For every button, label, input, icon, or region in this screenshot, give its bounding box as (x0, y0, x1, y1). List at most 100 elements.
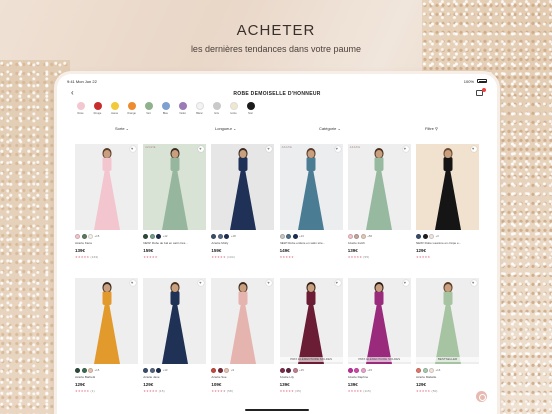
color-filter-jaune[interactable]: Jaune (109, 102, 120, 115)
length-dropdown[interactable]: Longueur ⌄ (215, 126, 236, 131)
sort-dropdown[interactable]: Sorte ⌄ (115, 126, 129, 131)
product-name[interactable]: Azazie Barbetti (75, 375, 138, 379)
color-filter-ivoire[interactable]: Ivoire (228, 102, 239, 115)
product-card[interactable]: AZAZIE +12 NEW! Robe de bal en satin trés.… (143, 144, 207, 259)
product-image[interactable] (211, 144, 275, 230)
color-option-swatch[interactable] (224, 367, 230, 373)
product-image[interactable]: AZAZIE (143, 144, 207, 230)
color-option-swatch[interactable] (224, 233, 230, 239)
product-name[interactable]: Azazie Sue (211, 375, 274, 379)
color-option-swatch[interactable] (286, 233, 292, 239)
product-card[interactable]: +9 Azazie Sue 109€ ★★★★★ (58) (211, 278, 275, 393)
color-option-swatch[interactable] (354, 367, 360, 373)
color-option-swatch[interactable] (75, 367, 80, 373)
color-option-swatch[interactable] (347, 233, 353, 239)
color-option-swatch[interactable] (416, 233, 421, 239)
product-name[interactable]: Azazie Kiera (75, 241, 138, 245)
color-option-swatch[interactable] (156, 367, 162, 373)
heart-icon[interactable] (471, 280, 477, 286)
product-image[interactable] (75, 144, 138, 230)
color-filter-bleu[interactable]: Bleu (160, 102, 171, 115)
color-filter-rose[interactable]: Rose (75, 102, 86, 115)
product-card[interactable]: +15 Azazie Barbetti 129€ ★★★★★ (1) (75, 278, 138, 393)
product-card[interactable]: PRIX ÉLÉMENTAIRE SOLDES +15 Azazie Daphne 1… (347, 278, 411, 393)
product-name[interactable]: NEW! Robe de bal en satin trés... (143, 241, 206, 245)
shopping-bag-icon[interactable] (475, 88, 486, 96)
color-option-swatch[interactable] (149, 233, 155, 239)
product-name[interactable]: Azazie Daphne (348, 375, 411, 379)
product-image[interactable]: AZAZIE (347, 144, 411, 230)
heart-icon[interactable] (130, 146, 136, 152)
color-option-swatch[interactable] (279, 367, 285, 373)
product-card[interactable]: +13 Azazie Jane 129€ ★★★★★ (15) (143, 278, 207, 393)
product-image[interactable]: PRIX ÉLÉMENTAIRE SOLDES (347, 278, 411, 364)
color-option-swatch[interactable] (81, 233, 87, 239)
color-option-swatch[interactable] (354, 233, 360, 239)
product-image[interactable]: PRIX ÉLÉMENTAIRE SOLDES (279, 278, 343, 364)
category-dropdown[interactable]: Catégorie ⌄ (319, 126, 341, 131)
product-card[interactable]: PRIX ÉLÉMENTAIRE SOLDES +15 Azazie Lily 139… (279, 278, 343, 393)
product-card[interactable]: AZAZIE +56 Azazie Irelch 139€ ★★★★★ (55) (347, 144, 411, 259)
color-option-swatch[interactable] (81, 367, 87, 373)
product-name[interactable]: Azazie Mabelle (416, 375, 479, 379)
heart-icon[interactable] (198, 146, 205, 152)
product-name[interactable]: Azazie Irelch (348, 241, 411, 245)
product-name[interactable]: NEW! Robe Lauréne en crêpe e... (416, 241, 479, 245)
color-option-swatch[interactable] (429, 233, 434, 239)
color-option-swatch[interactable] (360, 233, 366, 239)
color-filter-orange[interactable]: Orange (126, 102, 137, 115)
heart-icon[interactable] (334, 146, 341, 152)
color-option-swatch[interactable] (149, 367, 155, 373)
color-option-swatch[interactable] (211, 367, 217, 373)
color-option-swatch[interactable] (156, 233, 162, 239)
product-image[interactable]: AZAZIE (279, 144, 343, 230)
color-filter-noir[interactable]: Noir (245, 102, 256, 115)
color-option-swatch[interactable] (143, 233, 149, 239)
color-filter-rouge[interactable]: Rouge (92, 102, 103, 115)
color-option-swatch[interactable] (279, 233, 285, 239)
color-filter-violet[interactable]: Violet (177, 102, 188, 115)
color-option-swatch[interactable] (347, 367, 353, 373)
color-option-swatch[interactable] (422, 233, 428, 239)
heart-icon[interactable] (198, 280, 205, 286)
product-image[interactable] (75, 278, 138, 364)
product-image[interactable] (211, 278, 275, 364)
color-option-swatch[interactable] (360, 367, 366, 373)
color-filter-blanc[interactable]: Blanc (194, 102, 205, 115)
color-filter-gris[interactable]: Gris (211, 102, 222, 115)
product-name[interactable]: NEW! Robe entière en satin stre... (280, 241, 343, 245)
heart-icon[interactable] (130, 280, 136, 286)
color-option-swatch[interactable] (217, 367, 223, 373)
color-option-swatch[interactable] (422, 367, 428, 373)
product-card[interactable]: BESTSELLER +16 Azazie Mabelle 129€ ★★★★★ (50… (416, 278, 479, 393)
color-filter-vert[interactable]: Vert (143, 102, 154, 115)
color-option-swatch[interactable] (416, 367, 421, 373)
color-option-swatch[interactable] (286, 367, 292, 373)
product-card[interactable]: +15 Azazie Kiera 139€ ★★★★★ (163) (75, 144, 138, 259)
heart-icon[interactable] (471, 146, 477, 152)
color-option-swatch[interactable] (292, 367, 298, 373)
product-name[interactable]: Azazie Lily (280, 375, 343, 379)
product-image[interactable] (416, 144, 479, 230)
color-option-swatch[interactable] (429, 367, 434, 373)
color-option-swatch[interactable] (88, 367, 93, 373)
color-option-swatch[interactable] (217, 233, 223, 239)
heart-icon[interactable] (402, 280, 409, 286)
product-name[interactable]: Azazie Molly (211, 241, 274, 245)
product-card[interactable]: AZAZIE +13 NEW! Robe entière en satin stre… (279, 144, 343, 259)
product-image[interactable]: BESTSELLER (416, 278, 479, 364)
color-option-swatch[interactable] (88, 233, 93, 239)
color-option-swatch[interactable] (292, 233, 298, 239)
product-name[interactable]: Azazie Jane (143, 375, 206, 379)
heart-icon[interactable] (266, 146, 273, 152)
color-option-swatch[interactable] (75, 233, 80, 239)
filter-button[interactable]: Filtre ⚲ (425, 126, 438, 131)
product-card[interactable]: +3 NEW! Robe Lauréne en crêpe e... 129€ ★★★… (416, 144, 479, 259)
chat-bubble-icon[interactable] (476, 391, 487, 402)
color-option-swatch[interactable] (143, 367, 149, 373)
color-option-swatch[interactable] (211, 233, 217, 239)
heart-icon[interactable] (266, 280, 273, 286)
heart-icon[interactable] (334, 280, 341, 286)
heart-icon[interactable] (402, 146, 409, 152)
product-card[interactable]: +18 Azazie Molly 159€ ★★★★★ (104) (211, 144, 275, 259)
